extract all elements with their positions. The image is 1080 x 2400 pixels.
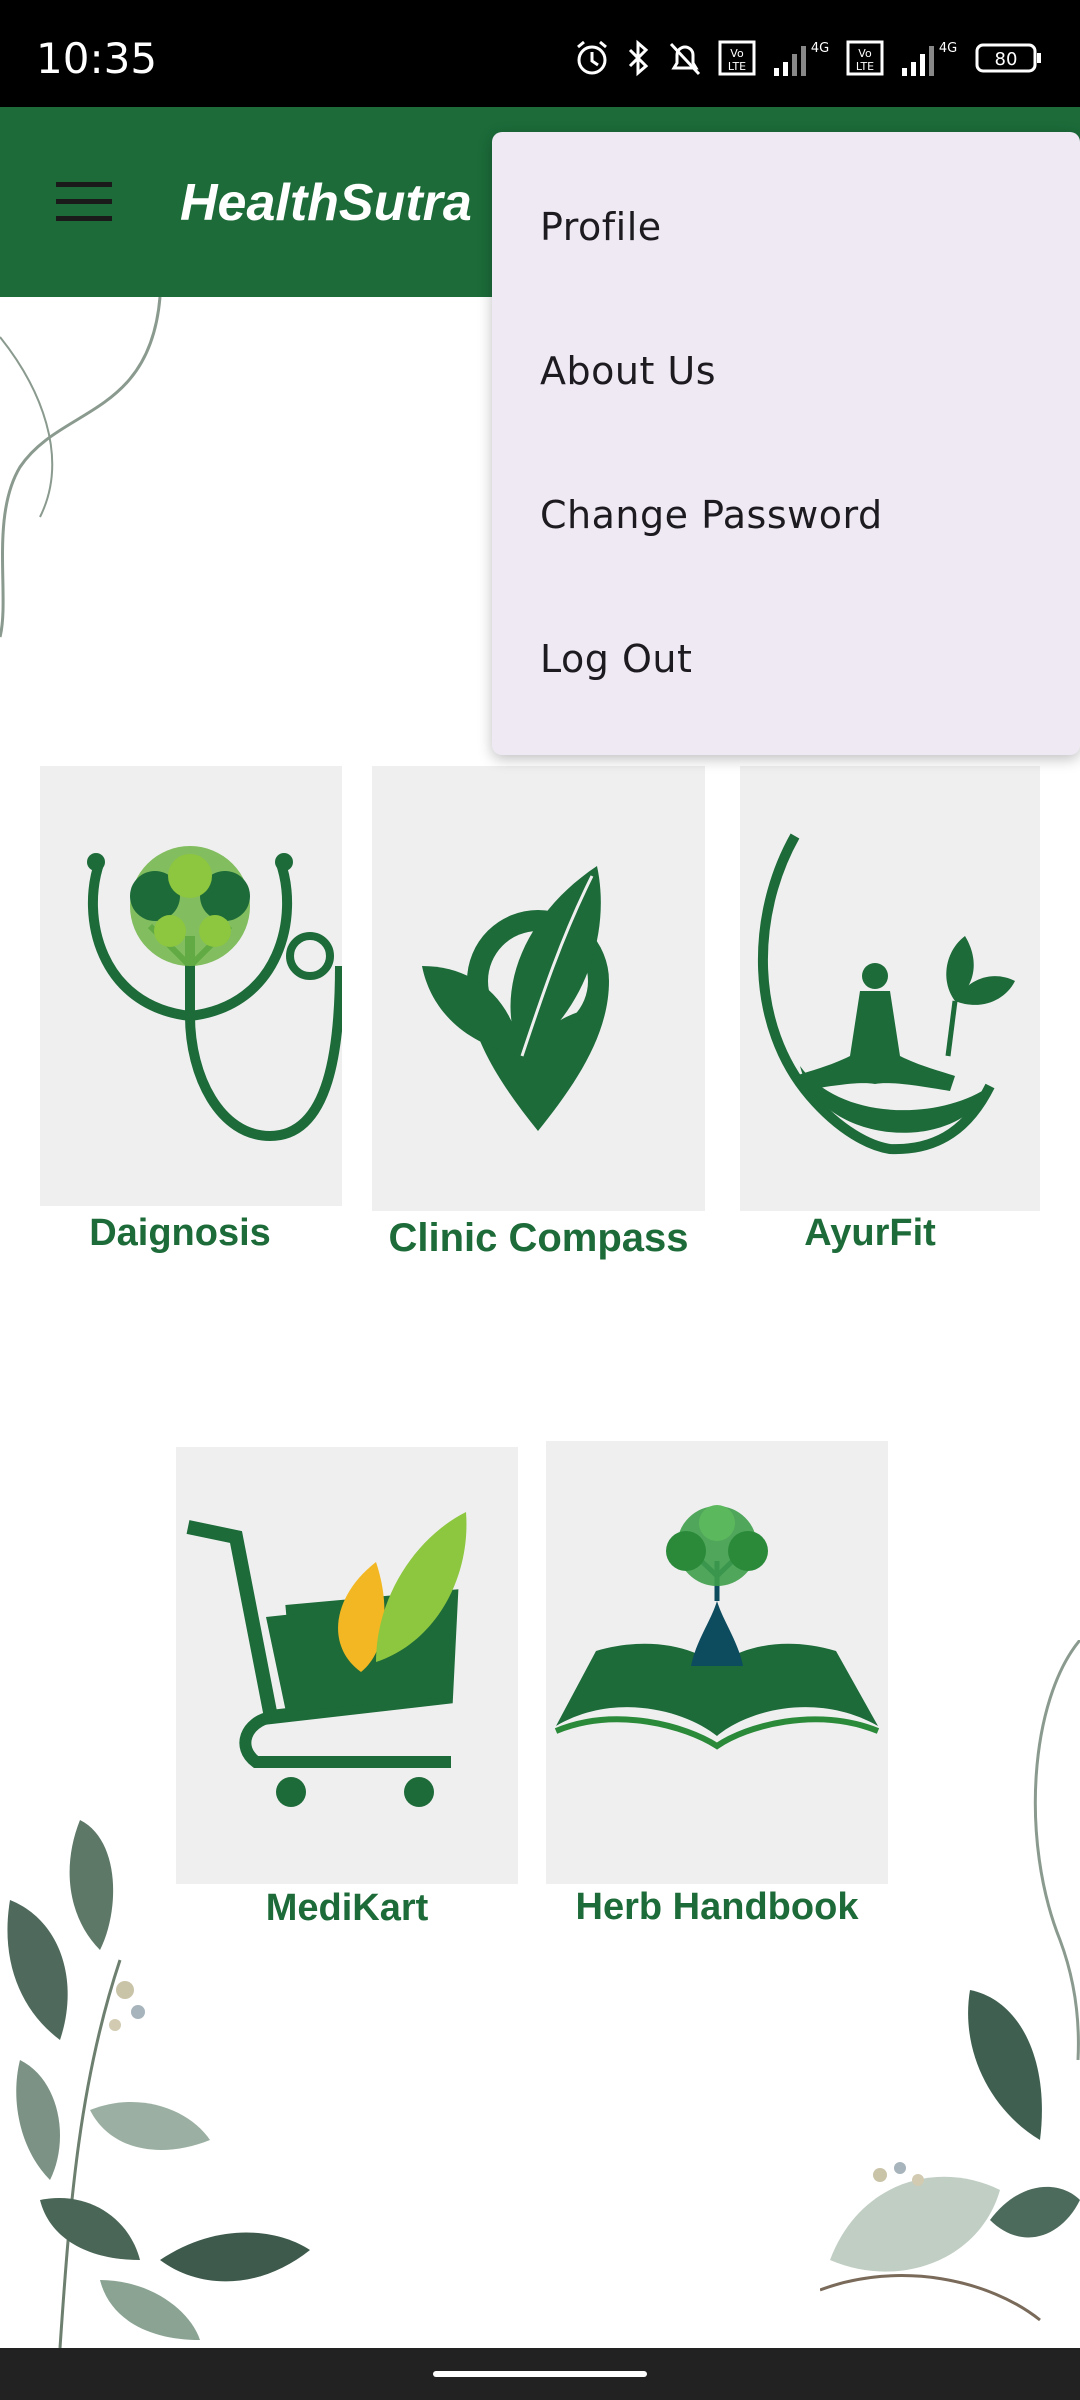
menu-item-change-password[interactable]: Change Password bbox=[540, 493, 883, 537]
decorative-leaves-bottom-right bbox=[820, 1990, 1080, 2322]
tile-label-daignosis: Daignosis bbox=[89, 1212, 271, 1254]
svg-text:Vo: Vo bbox=[858, 47, 872, 60]
system-nav-bar bbox=[0, 2348, 1080, 2400]
svg-text:LTE: LTE bbox=[856, 60, 874, 73]
tile-label-ayurfit: AyurFit bbox=[804, 1212, 936, 1254]
bluetooth-icon bbox=[628, 39, 649, 77]
volte-icon-2: VoLTE bbox=[846, 40, 884, 76]
svg-text:Vo: Vo bbox=[730, 47, 744, 60]
menu-item-profile[interactable]: Profile bbox=[540, 205, 662, 249]
status-bar: 10:35 Vo LTE 4G Vo LTE 4G 80 bbox=[0, 0, 1080, 107]
tile-daignosis[interactable] bbox=[40, 766, 342, 1206]
status-time: 10:35 bbox=[36, 34, 158, 83]
yoga-meditation-icon bbox=[757, 833, 1015, 1155]
volte-icon: VoLTE bbox=[718, 40, 756, 76]
leaf-location-pin-icon bbox=[422, 866, 609, 1131]
app-title: HealthSutra bbox=[180, 174, 472, 232]
menu-item-about-us[interactable]: About Us bbox=[540, 349, 716, 393]
battery-icon: 80 bbox=[975, 43, 1041, 73]
alarm-icon bbox=[577, 40, 607, 75]
tile-medikart[interactable] bbox=[176, 1447, 518, 1884]
hamburger-menu-icon[interactable] bbox=[54, 180, 114, 224]
network-type: 4G bbox=[811, 41, 829, 56]
home-gesture-handle[interactable] bbox=[433, 2371, 647, 2377]
tile-clinic-compass[interactable] bbox=[372, 766, 705, 1211]
svg-text:LTE: LTE bbox=[728, 60, 746, 73]
tile-ayurfit[interactable] bbox=[740, 766, 1040, 1211]
menu-item-log-out[interactable]: Log Out bbox=[540, 637, 692, 681]
decorative-vine-top-left bbox=[0, 297, 162, 638]
stethoscope-tree-icon bbox=[87, 846, 342, 1142]
shopping-cart-leaf-icon bbox=[186, 1512, 467, 1807]
bell-off-icon bbox=[669, 42, 701, 76]
overflow-menu: Profile About Us Change Password Log Out bbox=[492, 132, 1080, 755]
svg-text:4G: 4G bbox=[939, 41, 957, 56]
battery-level: 80 bbox=[995, 49, 1018, 70]
tile-label-clinic-compass: Clinic Compass bbox=[388, 1216, 689, 1260]
signal-icon: 4G bbox=[774, 41, 829, 76]
book-tree-icon bbox=[554, 1505, 880, 1750]
status-icons: Vo LTE 4G Vo LTE 4G 80 bbox=[572, 34, 1044, 82]
signal-icon-2: 4G bbox=[902, 41, 957, 76]
tile-label-medikart: MediKart bbox=[265, 1887, 429, 1929]
tile-label-herb-handbook: Herb Handbook bbox=[575, 1886, 859, 1928]
tile-herb-handbook[interactable] bbox=[546, 1441, 888, 1884]
